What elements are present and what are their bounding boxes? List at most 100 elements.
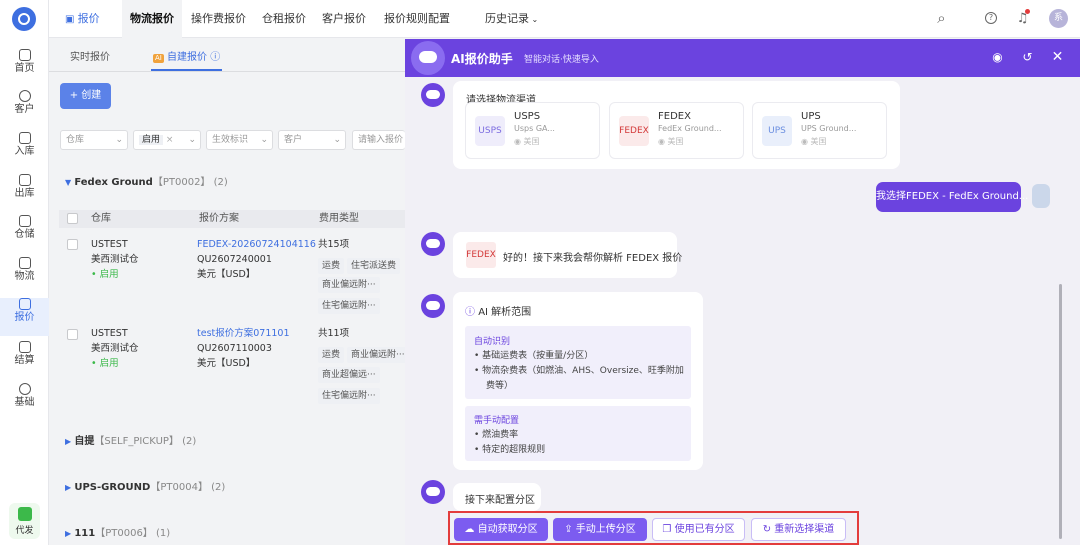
reply-card: FEDEX 好的！接下来我会帮你解析 FEDEX 报价 bbox=[453, 232, 682, 278]
tab-logistics-quote[interactable]: 物流报价 bbox=[122, 0, 182, 38]
close-icon[interactable]: ✕ bbox=[1050, 50, 1065, 65]
channel-card: 请选择物流渠道 USPS USPS Usps GA... ◉ 美国 FEDEX … bbox=[453, 81, 900, 169]
channel-desc: FedEx Ground... bbox=[658, 124, 722, 133]
group-self-pickup[interactable]: ▶ 自提【SELF_PICKUP】 (2) bbox=[65, 435, 421, 449]
sidebar-item-quote[interactable]: 报价 bbox=[0, 298, 49, 336]
plan-link[interactable]: FEDEX-20260724104116 bbox=[197, 237, 316, 252]
fee-chip: 住宅派送费 bbox=[347, 258, 401, 274]
location-icon: ◉ bbox=[658, 137, 668, 146]
reply-text: 好的！接下来我会帮你解析 FEDEX 报价 bbox=[503, 253, 683, 264]
tab-label: 历史记录 bbox=[485, 12, 529, 25]
filter-label: 仓库 bbox=[66, 135, 85, 145]
status-badge: • 启用 bbox=[91, 358, 119, 369]
status-filter[interactable]: 启用 × ⌄ bbox=[133, 130, 201, 150]
caret-right-icon: ▶ bbox=[65, 529, 72, 538]
bot-avatar bbox=[421, 232, 445, 256]
quote-icon: ▣ bbox=[65, 14, 78, 25]
effective-filter[interactable]: 生效标识 ⌄ bbox=[206, 130, 273, 150]
fee-chip: 商业偏远附··· bbox=[347, 347, 409, 363]
outbound-icon bbox=[18, 174, 31, 186]
plan-link[interactable]: test报价方案071101 bbox=[197, 326, 290, 341]
region-label: 美国 bbox=[667, 137, 684, 146]
channel-desc: Usps GA... bbox=[514, 124, 555, 133]
app-logo[interactable] bbox=[12, 7, 36, 31]
close-icon[interactable]: × bbox=[163, 135, 174, 145]
tab-quote-home[interactable]: ▣ 报价 bbox=[65, 0, 100, 38]
reselect-channel-button[interactable]: ↻ 重新选择渠道 bbox=[751, 518, 846, 541]
scrollbar[interactable] bbox=[1059, 284, 1062, 539]
column-header: 仓库 bbox=[91, 213, 111, 224]
group-fedex-ground[interactable]: ▼ Fedex Ground【PT0002】 (2) bbox=[65, 176, 421, 190]
avatar[interactable]: 系 bbox=[1049, 9, 1068, 28]
customer-filter[interactable]: 客户 ⌄ bbox=[278, 130, 346, 150]
group-count: (1) bbox=[156, 528, 171, 539]
group-ups-ground[interactable]: ▶ UPS-GROUND【PT0004】 (2) bbox=[65, 481, 421, 495]
group-111[interactable]: ▶ 111【PT0006】 (1) bbox=[65, 527, 421, 541]
warehouse-name: 美西测试仓 bbox=[91, 254, 139, 265]
sidebar-item-settlement[interactable]: 结算 bbox=[0, 341, 49, 379]
sidebar-item-dropship[interactable]: 代发 bbox=[9, 503, 40, 539]
currency: 美元【USD】 bbox=[197, 358, 256, 369]
group-name: 自提 bbox=[74, 436, 95, 447]
button-label: 使用已有分区 bbox=[674, 524, 735, 535]
channel-name: UPS bbox=[801, 111, 821, 122]
row-checkbox[interactable] bbox=[67, 239, 78, 250]
sidebar-item-logistics[interactable]: 物流 bbox=[0, 257, 49, 295]
fee-chip: 商业偏远附··· bbox=[318, 277, 380, 293]
group-code: 【PT0002】 bbox=[152, 177, 211, 188]
tab-rent-quote[interactable]: 仓租报价 bbox=[262, 0, 306, 38]
create-button[interactable]: + 创建 bbox=[60, 83, 111, 109]
tab-custom-quote[interactable]: AI 自建报价 ⓘ bbox=[151, 45, 223, 71]
sidebar-item-outbound[interactable]: 出库 bbox=[0, 174, 49, 212]
bot-avatar bbox=[421, 83, 445, 107]
channel-option-usps[interactable]: USPS USPS Usps GA... ◉ 美国 bbox=[465, 102, 600, 159]
upload-zone-button[interactable]: ⇪ 手动上传分区 bbox=[553, 518, 647, 541]
copy-icon: ❐ bbox=[662, 524, 675, 535]
help-icon[interactable]: ? bbox=[985, 12, 997, 24]
sidebar-item-inbound[interactable]: 入库 bbox=[0, 132, 49, 170]
group-count: (2) bbox=[211, 482, 226, 493]
history-icon[interactable]: ↺ bbox=[1020, 50, 1035, 65]
quote-search-input[interactable]: 请输入报价 bbox=[352, 130, 405, 150]
dropship-icon bbox=[17, 507, 32, 521]
column-header: 费用类型 bbox=[319, 213, 359, 224]
caret-right-icon: ▶ bbox=[65, 437, 72, 446]
list-item: • 基础运费表（按重量/分区） bbox=[474, 351, 594, 361]
sidebar-item-storage[interactable]: 仓储 bbox=[0, 215, 49, 253]
ai-assistant-panel: AI报价助手 智能对话·快速导入 ◉ ↺ ✕ 请选择物流渠道 USPS USPS… bbox=[405, 39, 1080, 545]
tab-realtime-quote[interactable]: 实时报价 bbox=[70, 45, 110, 71]
sidebar: 首页 客户 入库 出库 仓储 物流 报价 结算 基础 代发 bbox=[0, 0, 49, 545]
row-checkbox[interactable] bbox=[67, 329, 78, 340]
status-tag: 启用 bbox=[139, 135, 164, 145]
tab-customer-quote[interactable]: 客户报价 bbox=[322, 0, 366, 38]
channel-option-ups[interactable]: UPS UPS UPS Ground... ◉ 美国 bbox=[752, 102, 887, 159]
sidebar-item-home[interactable]: 首页 bbox=[0, 49, 49, 87]
eye-icon[interactable]: ◉ bbox=[990, 50, 1005, 65]
fee-chip: 商业超偏远··· bbox=[318, 367, 380, 383]
list-item: • 燃油费率 bbox=[474, 430, 519, 440]
sidebar-item-label: 报价 bbox=[14, 312, 35, 323]
warehouse-filter[interactable]: 仓库 ⌄ bbox=[60, 130, 128, 150]
table-header: 仓库 报价方案 费用类型 bbox=[59, 210, 405, 228]
tab-quote-rules[interactable]: 报价规则配置 bbox=[384, 0, 450, 38]
group-code: 【PT0006】 bbox=[95, 528, 153, 539]
location-icon: ◉ bbox=[514, 137, 524, 146]
scope-card: ⓘ AI 解析范围 自动识别 • 基础运费表（按重量/分区） • 物流杂费表（如… bbox=[453, 292, 703, 470]
chevron-down-icon: ⌄ bbox=[333, 135, 341, 145]
settlement-icon bbox=[18, 341, 31, 353]
filter-label: 生效标识 bbox=[212, 135, 249, 145]
sidebar-item-label: 结算 bbox=[14, 355, 35, 366]
channel-option-fedex[interactable]: FEDEX FEDEX FedEx Ground... ◉ 美国 bbox=[609, 102, 744, 159]
search-icon[interactable]: ⌕ bbox=[934, 11, 949, 26]
sidebar-item-customer[interactable]: 客户 bbox=[0, 90, 49, 128]
robot-icon bbox=[411, 41, 445, 75]
sidebar-item-basic[interactable]: 基础 bbox=[0, 383, 49, 421]
chevron-down-icon: ⌄ bbox=[260, 135, 268, 145]
tab-operation-quote[interactable]: 操作费报价 bbox=[191, 0, 246, 38]
auto-fetch-zone-button[interactable]: ☁ 自动获取分区 bbox=[454, 518, 548, 541]
select-all-checkbox[interactable] bbox=[67, 213, 78, 224]
fee-chip: 运费 bbox=[318, 258, 345, 274]
tab-history[interactable]: 历史记录 ⌄ bbox=[485, 0, 538, 38]
use-existing-zone-button[interactable]: ❐ 使用已有分区 bbox=[652, 518, 745, 541]
ai-badge: AI bbox=[153, 54, 164, 63]
